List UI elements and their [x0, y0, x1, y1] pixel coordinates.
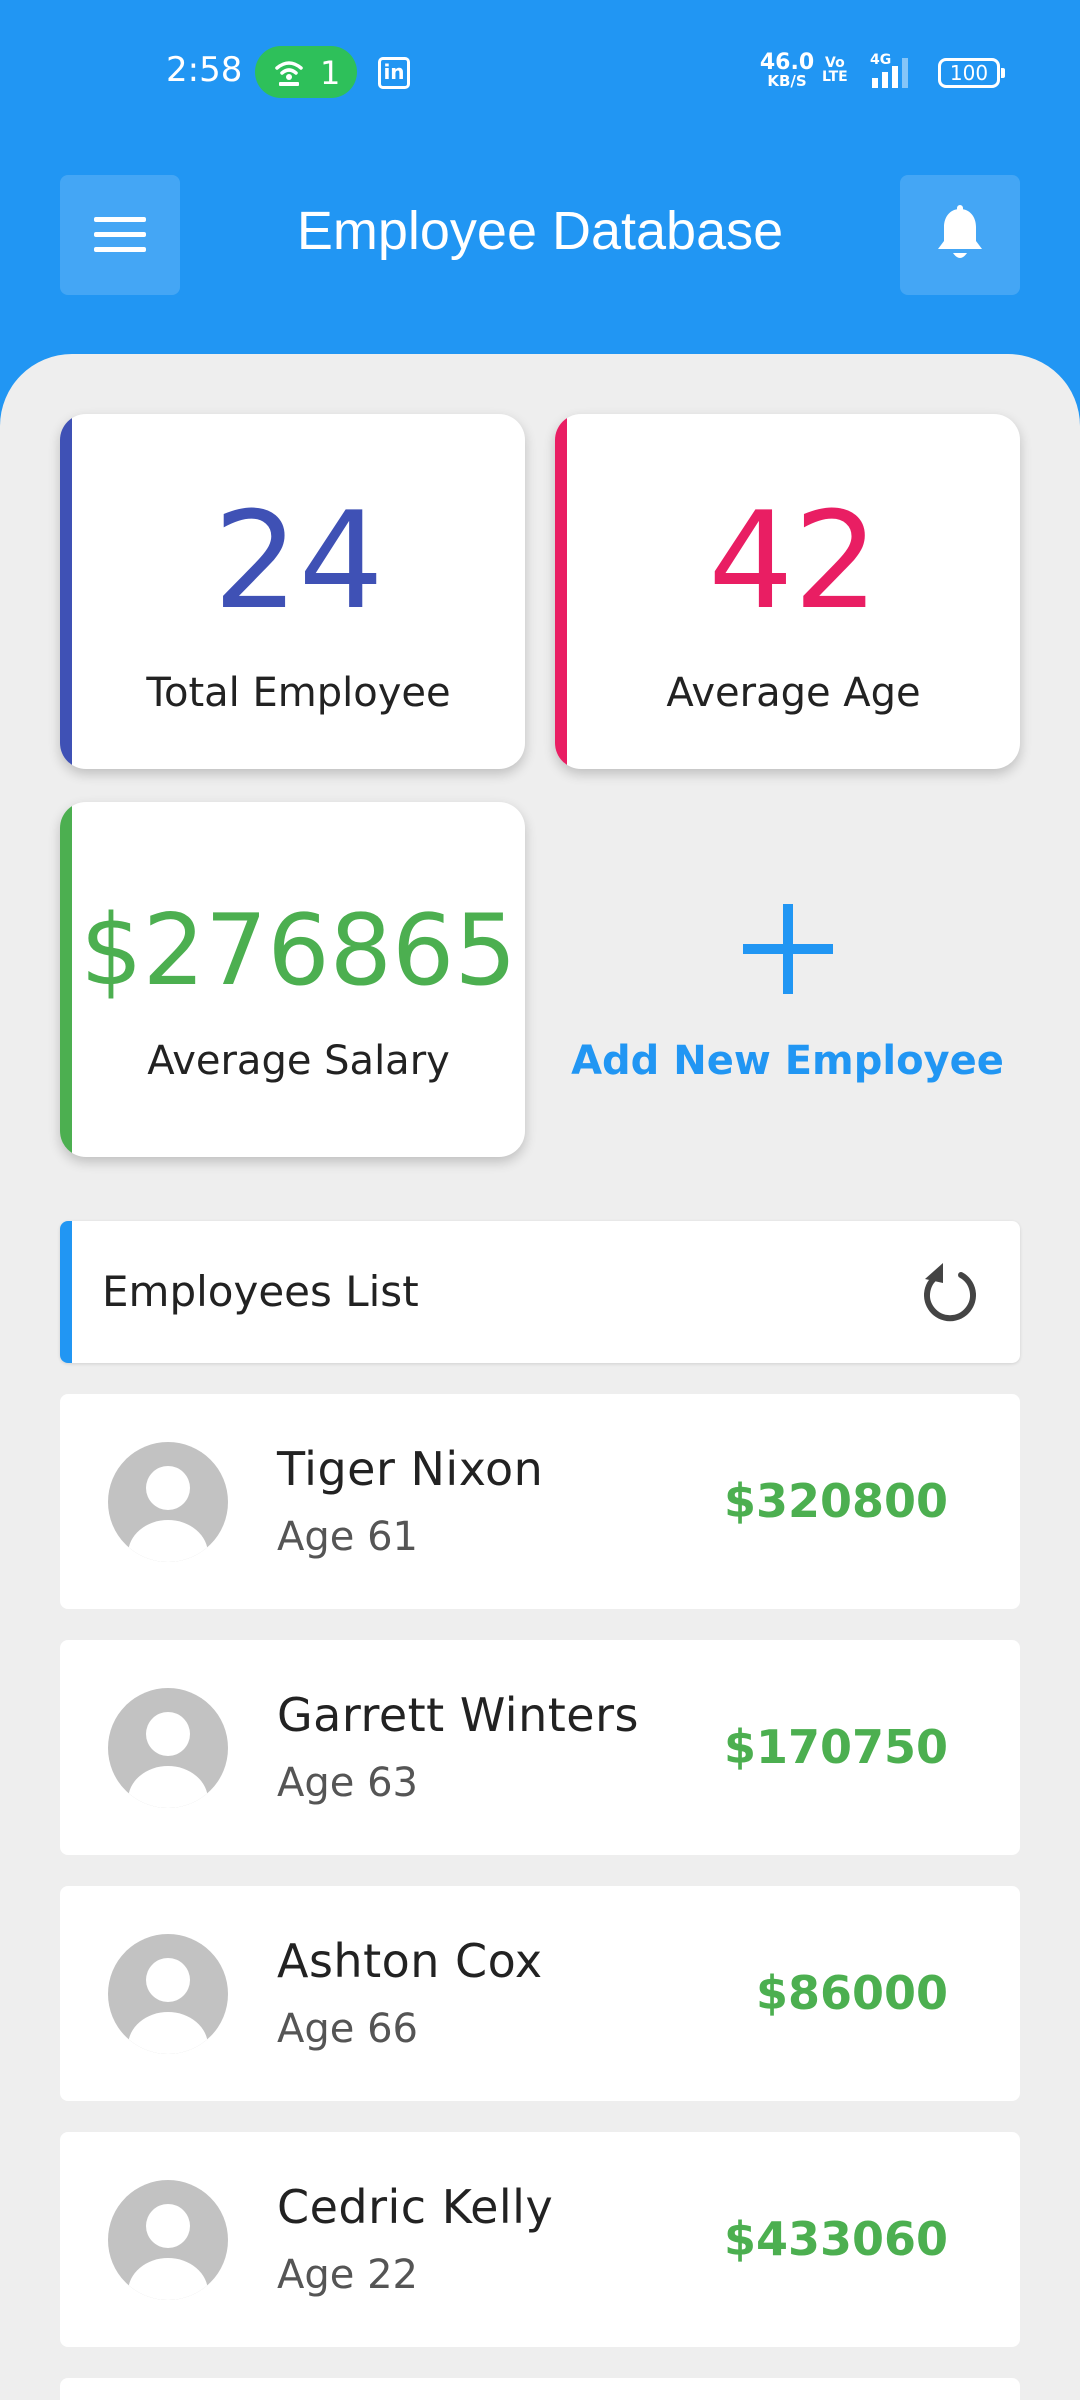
notifications-button[interactable] [900, 175, 1020, 295]
signal-icon: 4G [866, 52, 920, 95]
network-speed: 46.0 KB/S [759, 50, 815, 90]
page-title: Employee Database [296, 201, 784, 261]
employee-age: Age 22 [277, 2252, 418, 2298]
card-accent-bar [60, 414, 72, 769]
employee-row[interactable] [60, 2378, 1020, 2400]
employee-row[interactable]: Cedric Kelly Age 22 $433060 [60, 2132, 1020, 2347]
total-employee-card: 24 Total Employee [60, 414, 525, 769]
employees-list-title: Employees List [102, 1267, 419, 1316]
avatar-icon [108, 1688, 228, 1808]
employee-name: Cedric Kelly [277, 2180, 554, 2234]
status-bar: 2:58 1 in 46.0 KB/S Vo LTE 4G 100 [0, 0, 1080, 140]
average-age-label: Average Age [666, 670, 921, 716]
employee-salary: $86000 [755, 1966, 948, 2020]
header-accent-bar [60, 1221, 72, 1363]
avatar-icon [108, 1934, 228, 2054]
employee-salary: $170750 [723, 1720, 948, 1774]
menu-button[interactable] [60, 175, 180, 295]
employee-age: Age 66 [277, 2006, 418, 2052]
average-age-value: 42 [708, 483, 879, 639]
employees-list-header: Employees List [60, 1221, 1020, 1363]
employee-name: Ashton Cox [277, 1934, 543, 1988]
avatar-icon [108, 1442, 228, 1562]
avatar-icon [108, 2180, 228, 2300]
hotspot-indicator: 1 [255, 46, 357, 98]
employee-salary: $320800 [723, 1474, 948, 1528]
refresh-icon[interactable] [915, 1257, 985, 1327]
average-salary-label: Average Salary [147, 1038, 450, 1084]
volte-indicator: Vo LTE [822, 55, 848, 85]
content-area: 24 Total Employee 42 Average Age $276865… [0, 354, 1080, 2400]
add-employee-label: Add New Employee [571, 1038, 1004, 1084]
employee-row[interactable]: Tiger Nixon Age 61 $320800 [60, 1394, 1020, 1609]
bell-icon [938, 205, 982, 258]
average-age-card: 42 Average Age [555, 414, 1020, 769]
card-accent-bar [555, 414, 567, 769]
battery-icon: 100 [938, 58, 1005, 88]
employee-salary: $433060 [723, 2212, 948, 2266]
employee-row[interactable]: Garrett Winters Age 63 $170750 [60, 1640, 1020, 1855]
add-employee-button[interactable]: Add New Employee [555, 802, 1020, 1157]
hamburger-menu-icon [94, 217, 146, 252]
card-accent-bar [60, 802, 72, 1157]
status-time: 2:58 [166, 50, 243, 90]
employee-age: Age 61 [277, 1514, 418, 1560]
network-type: 4G [870, 52, 892, 68]
hotspot-icon [275, 61, 303, 86]
plus-icon [743, 904, 833, 994]
employee-name: Tiger Nixon [277, 1442, 544, 1496]
average-salary-card: $276865 Average Salary [60, 802, 525, 1157]
hotspot-count: 1 [320, 54, 341, 92]
average-salary-value: $276865 [80, 894, 517, 1008]
employee-name: Garrett Winters [277, 1688, 639, 1742]
total-employee-value: 24 [213, 483, 384, 639]
linkedin-icon: in [378, 57, 410, 89]
employee-age: Age 63 [277, 1760, 418, 1806]
employee-row[interactable]: Ashton Cox Age 66 $86000 [60, 1886, 1020, 2101]
total-employee-label: Total Employee [146, 670, 451, 716]
